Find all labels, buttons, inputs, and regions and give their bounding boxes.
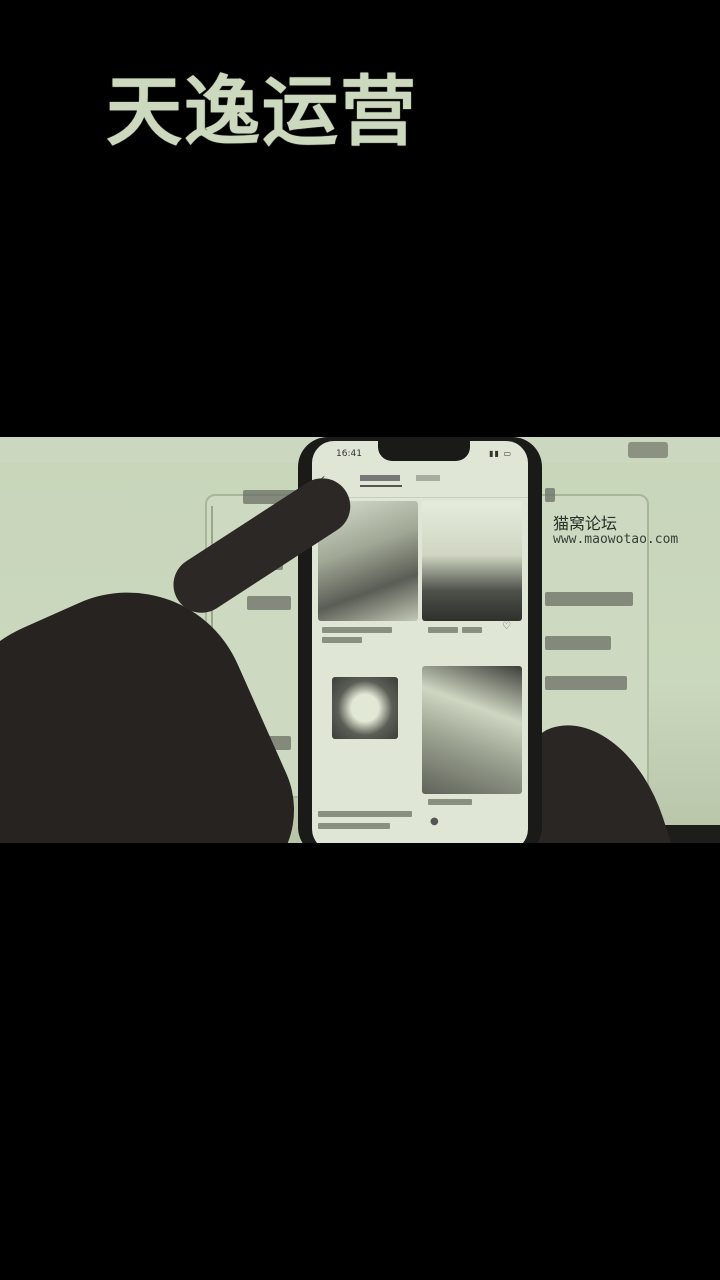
- feed-caption: [318, 811, 412, 817]
- feed-caption: [322, 637, 362, 643]
- mindmap-node: [545, 488, 555, 502]
- feed-caption: [462, 627, 482, 633]
- mindmap-node: [545, 592, 633, 606]
- feed-caption: [428, 799, 472, 805]
- page-title: 天逸运营: [106, 67, 418, 156]
- feed-caption: [318, 823, 390, 829]
- tab-active[interactable]: [360, 471, 402, 487]
- watermark-url: www.maowotao.com: [553, 531, 679, 547]
- feed-caption: [428, 627, 458, 633]
- feed-image[interactable]: [422, 666, 522, 794]
- watermark-name: 猫窝论坛: [553, 514, 618, 533]
- feed-image[interactable]: [332, 677, 398, 739]
- monitor-top-button: [628, 442, 668, 458]
- page: 天逸运营 猫窝论坛 www.maowotao.com 16:41 ▮▮ ▭ ♡ …: [0, 0, 720, 1280]
- watermark: 猫窝论坛 www.maowotao.com: [553, 515, 678, 547]
- mindmap-node: [545, 636, 611, 650]
- feed-caption: [322, 627, 392, 633]
- phone-status-time: 16:41: [336, 449, 362, 459]
- feed-image[interactable]: [422, 501, 522, 621]
- mindmap-node: [247, 596, 291, 610]
- video-frame[interactable]: 猫窝论坛 www.maowotao.com 16:41 ▮▮ ▭ ‹: [0, 437, 720, 843]
- tab[interactable]: [416, 475, 440, 481]
- signal-battery-icon: ▮▮ ▭: [489, 449, 512, 458]
- mindmap-node: [545, 676, 627, 690]
- phone-notch: [378, 441, 470, 461]
- like-icon[interactable]: ♡: [502, 621, 511, 632]
- like-icon[interactable]: ●: [430, 816, 439, 827]
